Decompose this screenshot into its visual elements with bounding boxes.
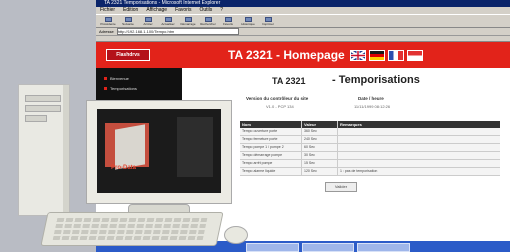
key-row [52, 236, 204, 240]
col-remarks-header: Remarques [340, 122, 362, 127]
table-row: Tempo ouverture porte 360 Sec [240, 128, 500, 136]
key-row [55, 224, 207, 228]
brand-logo[interactable]: Flashdrvs [106, 49, 150, 61]
drive-bay [25, 95, 61, 102]
cell-name: Tempo ouverture porte [240, 128, 302, 135]
screen-photo [115, 124, 145, 170]
forward-button[interactable]: Suivante [120, 17, 136, 27]
drive-bay [25, 115, 47, 122]
refresh-button[interactable]: Actualiser [160, 17, 176, 27]
table-row: Tempo pompe 1 / pompe 2 60 Sec [240, 144, 500, 152]
print-button[interactable]: Imprimer [260, 17, 276, 27]
table-row: Tempo alarme liquide 120 Sec 1 : pas de te… [240, 168, 500, 176]
col-value-header: Valeur [302, 121, 338, 128]
col-name-header: Nom [240, 121, 302, 128]
key-row [56, 218, 208, 222]
window-title: TA 2321 Temporisations - Microsoft Inter… [96, 0, 510, 7]
datetime-label: Date / heure [358, 96, 384, 101]
cell-name: Tempo arrêt pompe [240, 160, 302, 167]
language-flags [350, 50, 423, 61]
page-title: TA 2321 - Homepage [228, 48, 345, 62]
cell-value[interactable]: 60 Sec [302, 144, 338, 151]
taskbar-item[interactable] [246, 243, 299, 252]
home-button[interactable]: Démarrage [180, 17, 196, 27]
cell-name: Tempo pompe 1 / pompe 2 [240, 144, 302, 151]
cell-value[interactable]: 360 Sec [302, 128, 338, 135]
table-header: Nom Valeur Remarques [240, 121, 500, 128]
cell-value[interactable]: 15 Sec [302, 160, 338, 167]
menu-bar: Fichier Edition Affichage Favoris Outils… [96, 7, 510, 14]
product-name: TA 2321 [272, 76, 306, 86]
monitor-image: Pro-Data [86, 100, 232, 204]
timers-table: Nom Valeur Remarques Tempo ouverture por… [240, 121, 500, 176]
key-row [53, 230, 205, 234]
address-bar: Adresse http://192.168.1.100/Tempo.htm [96, 28, 510, 36]
table-row: Tempo arrêt pompe 15 Sec [240, 160, 500, 168]
section-title: - Temporisations [332, 74, 420, 86]
screen-panel [177, 117, 213, 177]
page-header: Flashdrvs TA 2321 - Homepage [96, 42, 510, 68]
taskbar-item[interactable] [357, 243, 411, 252]
screen-logo-image [105, 123, 149, 170]
pc-tower-image [18, 84, 70, 216]
history-button[interactable]: Historique [240, 17, 256, 27]
indonesia-flag-icon[interactable] [407, 50, 423, 61]
table-row: Tempo fermeture porte 240 Sec [240, 136, 500, 144]
toolbar: Précédente Suivante Arrêter Actualiser D… [96, 14, 510, 28]
cell-remark [338, 144, 500, 151]
keyboard-image [40, 212, 224, 246]
cell-value[interactable]: 120 Sec [302, 168, 338, 175]
cell-value[interactable]: 240 Sec [302, 136, 338, 143]
cell-remark [338, 128, 500, 135]
address-input[interactable]: http://192.168.1.100/Tempo.htm [116, 28, 239, 35]
version-value: V1.0 - PCP 134 [266, 104, 294, 109]
screen-brand-text: Pro-Data [111, 165, 137, 171]
germany-flag-icon[interactable] [369, 50, 385, 61]
menu-help[interactable]: ? [220, 7, 223, 14]
menu-file[interactable]: Fichier [100, 7, 115, 14]
version-label: Version du contrôleur du site [246, 96, 309, 101]
favorites-button[interactable]: Favoris [220, 17, 236, 27]
cell-name: Tempo alarme liquide [240, 168, 302, 175]
search-button[interactable]: Rechercher [200, 17, 216, 27]
cell-name: Tempo fermeture porte [240, 136, 302, 143]
cell-remark [338, 152, 500, 159]
address-label: Adresse [99, 29, 114, 34]
menu-favorites[interactable]: Favoris [175, 7, 191, 14]
menu-tools[interactable]: Outils [199, 7, 212, 14]
nav-item-bienvenue[interactable]: Bienvenue [104, 76, 129, 81]
nav-item-temporisations[interactable]: Temporisations [104, 86, 137, 91]
apply-button[interactable]: Valider [325, 182, 357, 192]
stop-button[interactable]: Arrêter [140, 17, 156, 27]
cell-remark [338, 160, 500, 167]
mouse-image [224, 226, 248, 244]
taskbar-item[interactable] [301, 243, 355, 252]
cell-remark [338, 136, 500, 143]
cell-value[interactable]: 30 Sec [302, 152, 338, 159]
drive-bay [25, 105, 61, 112]
datetime-value: 11/11/1999 08:12:26 [354, 104, 391, 109]
uk-flag-icon[interactable] [350, 50, 366, 61]
monitor-screen: Pro-Data [97, 109, 221, 193]
table-row: Tempo démarrage pompe 30 Sec [240, 152, 500, 160]
cell-remark: 1 : pas de temporisation [340, 169, 378, 173]
france-flag-icon[interactable] [388, 50, 404, 61]
menu-edit[interactable]: Edition [123, 7, 138, 14]
menu-view[interactable]: Affichage [146, 7, 167, 14]
back-button[interactable]: Précédente [100, 17, 116, 27]
cell-name: Tempo démarrage pompe [240, 152, 302, 159]
